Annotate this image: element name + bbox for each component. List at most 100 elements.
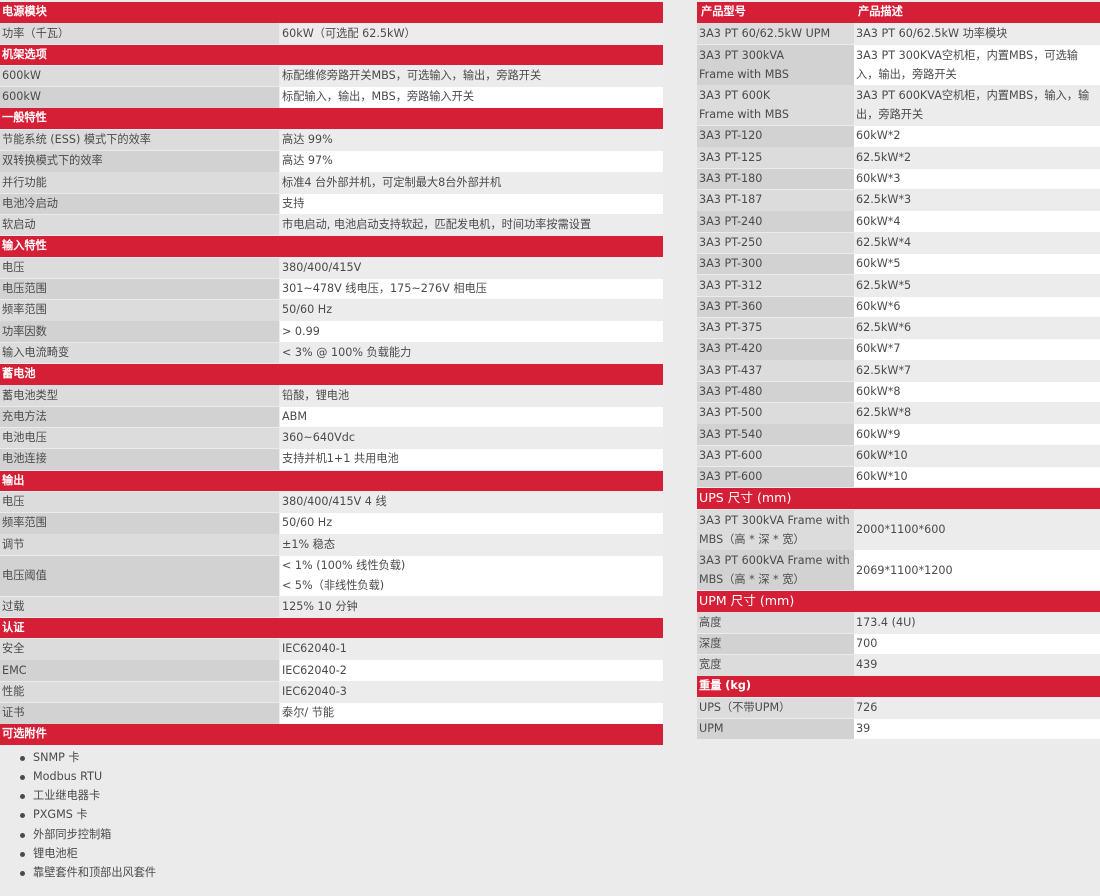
row-value: 62.5kW*4 [854,232,1100,254]
row-value: > 0.99 [280,321,663,342]
table-row: 过载 125% 10 分钟 [0,596,663,618]
table-row: 性能 IEC62040-3 [0,681,663,703]
table-row: 3A3 PT-540 60kW*9 [697,424,1100,445]
row-value: 标准4 台外部并机，可定制最大8台外部并机 [280,172,663,193]
row-value: 60kW*7 [854,339,1100,360]
row-value: 62.5kW*5 [854,275,1100,296]
row-label: 电池电压 [0,427,279,449]
table-row: 3A3 PT-600 60kW*10 [697,466,1100,488]
row-label: 宽度 [697,655,854,676]
row-value: 700 [854,633,1100,655]
row-value: 市电启动, 电池启动支持软起，匹配发电机，时间功率按需设置 [280,214,663,236]
row-label: 软启动 [0,214,279,236]
row-label: 双转换模式下的效率 [0,151,279,172]
list-item: 锂电池柜 [18,844,663,863]
row-label: 3A3 PT 300kVA Frame with MBS [697,44,854,85]
section-header: 电源模块 [0,2,663,23]
table-row: 600kW 标配输入，输出，MBS，旁路输入开关 [0,87,663,108]
table-row: 电池连接 支持并机1+1 共用电池 [0,449,663,470]
row-label: 3A3 PT-312 [697,275,854,296]
section-header: 重量 (kg) [697,676,1100,697]
table-row: 深度 700 [697,633,1100,655]
section-header: 输出 [0,470,663,492]
section-header: 机架选项 [0,44,663,66]
section-header: 可选附件 [0,724,663,745]
row-label: 3A3 PT-540 [697,424,854,445]
row-value: 60kW*6 [854,296,1100,318]
row-value: 60kW*5 [854,253,1100,275]
row-label: 频率范围 [0,513,279,534]
table-row: 3A3 PT-360 60kW*6 [697,296,1100,318]
row-label: 性能 [0,681,279,703]
row-label: 蓄电池类型 [0,385,279,406]
row-value: 铅酸，锂电池 [280,385,663,406]
table-row: 3A3 PT-480 60kW*8 [697,381,1100,403]
table-row: 安全 IEC62040-1 [0,639,663,660]
row-value: 50/60 Hz [280,513,663,534]
row-value: 60kW*3 [854,168,1100,190]
row-label: 3A3 PT-600 [697,445,854,467]
row-label: 调节 [0,534,279,555]
row-label: 3A3 PT-250 [697,232,854,254]
row-value: 62.5kW*7 [854,360,1100,381]
row-value: 380/400/415V 4 线 [280,491,663,513]
table-row: 频率范围 50/60 Hz [0,300,663,321]
row-value: 360~640Vdc [280,427,663,449]
table-row: 3A3 PT-125 62.5kW*2 [697,147,1100,168]
table-row: 电池冷启动 支持 [0,193,663,215]
row-label: 3A3 PT 600K Frame with MBS [697,85,854,126]
list-item: Modbus RTU [18,767,663,786]
row-label: 3A3 PT 600kVA Frame with MBS（高 * 深 * 宽） [697,550,854,591]
row-value: 39 [854,718,1100,740]
row-value: 3A3 PT 60/62.5kW 功率模块 [854,23,1100,44]
row-label: 节能系统 (ESS) 模式下的效率 [0,129,279,151]
row-label: 频率范围 [0,300,279,321]
table-row: 3A3 PT 600kVA Frame with MBS（高 * 深 * 宽） 20… [697,550,1100,591]
row-value: 支持并机1+1 共用电池 [280,449,663,470]
table-row: 3A3 PT-300 60kW*5 [697,253,1100,275]
row-label: 3A3 PT 300kVA Frame with MBS（高 * 深 * 宽） [697,509,854,550]
table-row: 双转换模式下的效率 高达 97% [0,151,663,172]
row-label: 电压 [0,491,279,513]
table-row: 并行功能 标准4 台外部并机，可定制最大8台外部并机 [0,172,663,193]
row-label: UPS（不带UPM） [697,697,854,719]
column-header-model: 产品型号 [701,5,746,18]
row-label: 3A3 PT-180 [697,168,854,190]
section-header: 一般特性 [0,108,663,129]
row-label: 输入电流畸变 [0,342,279,364]
row-label: 3A3 PT-240 [697,211,854,232]
section-header: 蓄电池 [0,364,663,385]
table-row: UPM 39 [697,718,1100,740]
list-item: 靠壁套件和顶部出风套件 [18,863,663,882]
table-row: 证书 泰尔/ 节能 [0,703,663,724]
row-value: < 3% @ 100% 负载能力 [280,342,663,364]
row-value: 439 [854,655,1100,676]
row-value: IEC62040-3 [280,681,663,703]
list-item: 工业继电器卡 [18,786,663,805]
table-row: 3A3 PT-187 62.5kW*3 [697,190,1100,211]
row-value: 60kW（可选配 62.5kW） [280,23,663,44]
row-label: 3A3 PT-600 [697,466,854,488]
row-label: 3A3 PT-300 [697,253,854,275]
table-row: 电池电压 360~640Vdc [0,427,663,449]
table-row: 3A3 PT-180 60kW*3 [697,168,1100,190]
table-row: 3A3 PT-420 60kW*7 [697,339,1100,360]
row-value: 125% 10 分钟 [280,596,663,618]
row-value: 60kW*10 [854,445,1100,467]
table-row: 调节 ±1% 稳态 [0,534,663,555]
table-row: 频率范围 50/60 Hz [0,513,663,534]
table-row: 电压 380/400/415V 4 线 [0,491,663,513]
spec-table-left: 电源模块 功率（千瓦） 60kW（可选配 62.5kW） 机架选项 600kW 标配维修旁… [0,2,663,883]
row-value: 泰尔/ 节能 [280,703,663,724]
row-value: 62.5kW*8 [854,403,1100,424]
section-header: 产品型号 产品描述 [697,2,1100,23]
row-value: 支持 [280,193,663,215]
section-header: 认证 [0,617,663,639]
row-value: 726 [854,697,1100,719]
table-row: 蓄电池类型 铅酸，锂电池 [0,385,663,406]
column-header-description: 产品描述 [858,5,903,18]
row-value: 60kW*10 [854,466,1100,488]
row-value: ABM [280,406,663,428]
row-label: 充电方法 [0,406,279,428]
row-label: 3A3 PT-125 [697,147,854,168]
